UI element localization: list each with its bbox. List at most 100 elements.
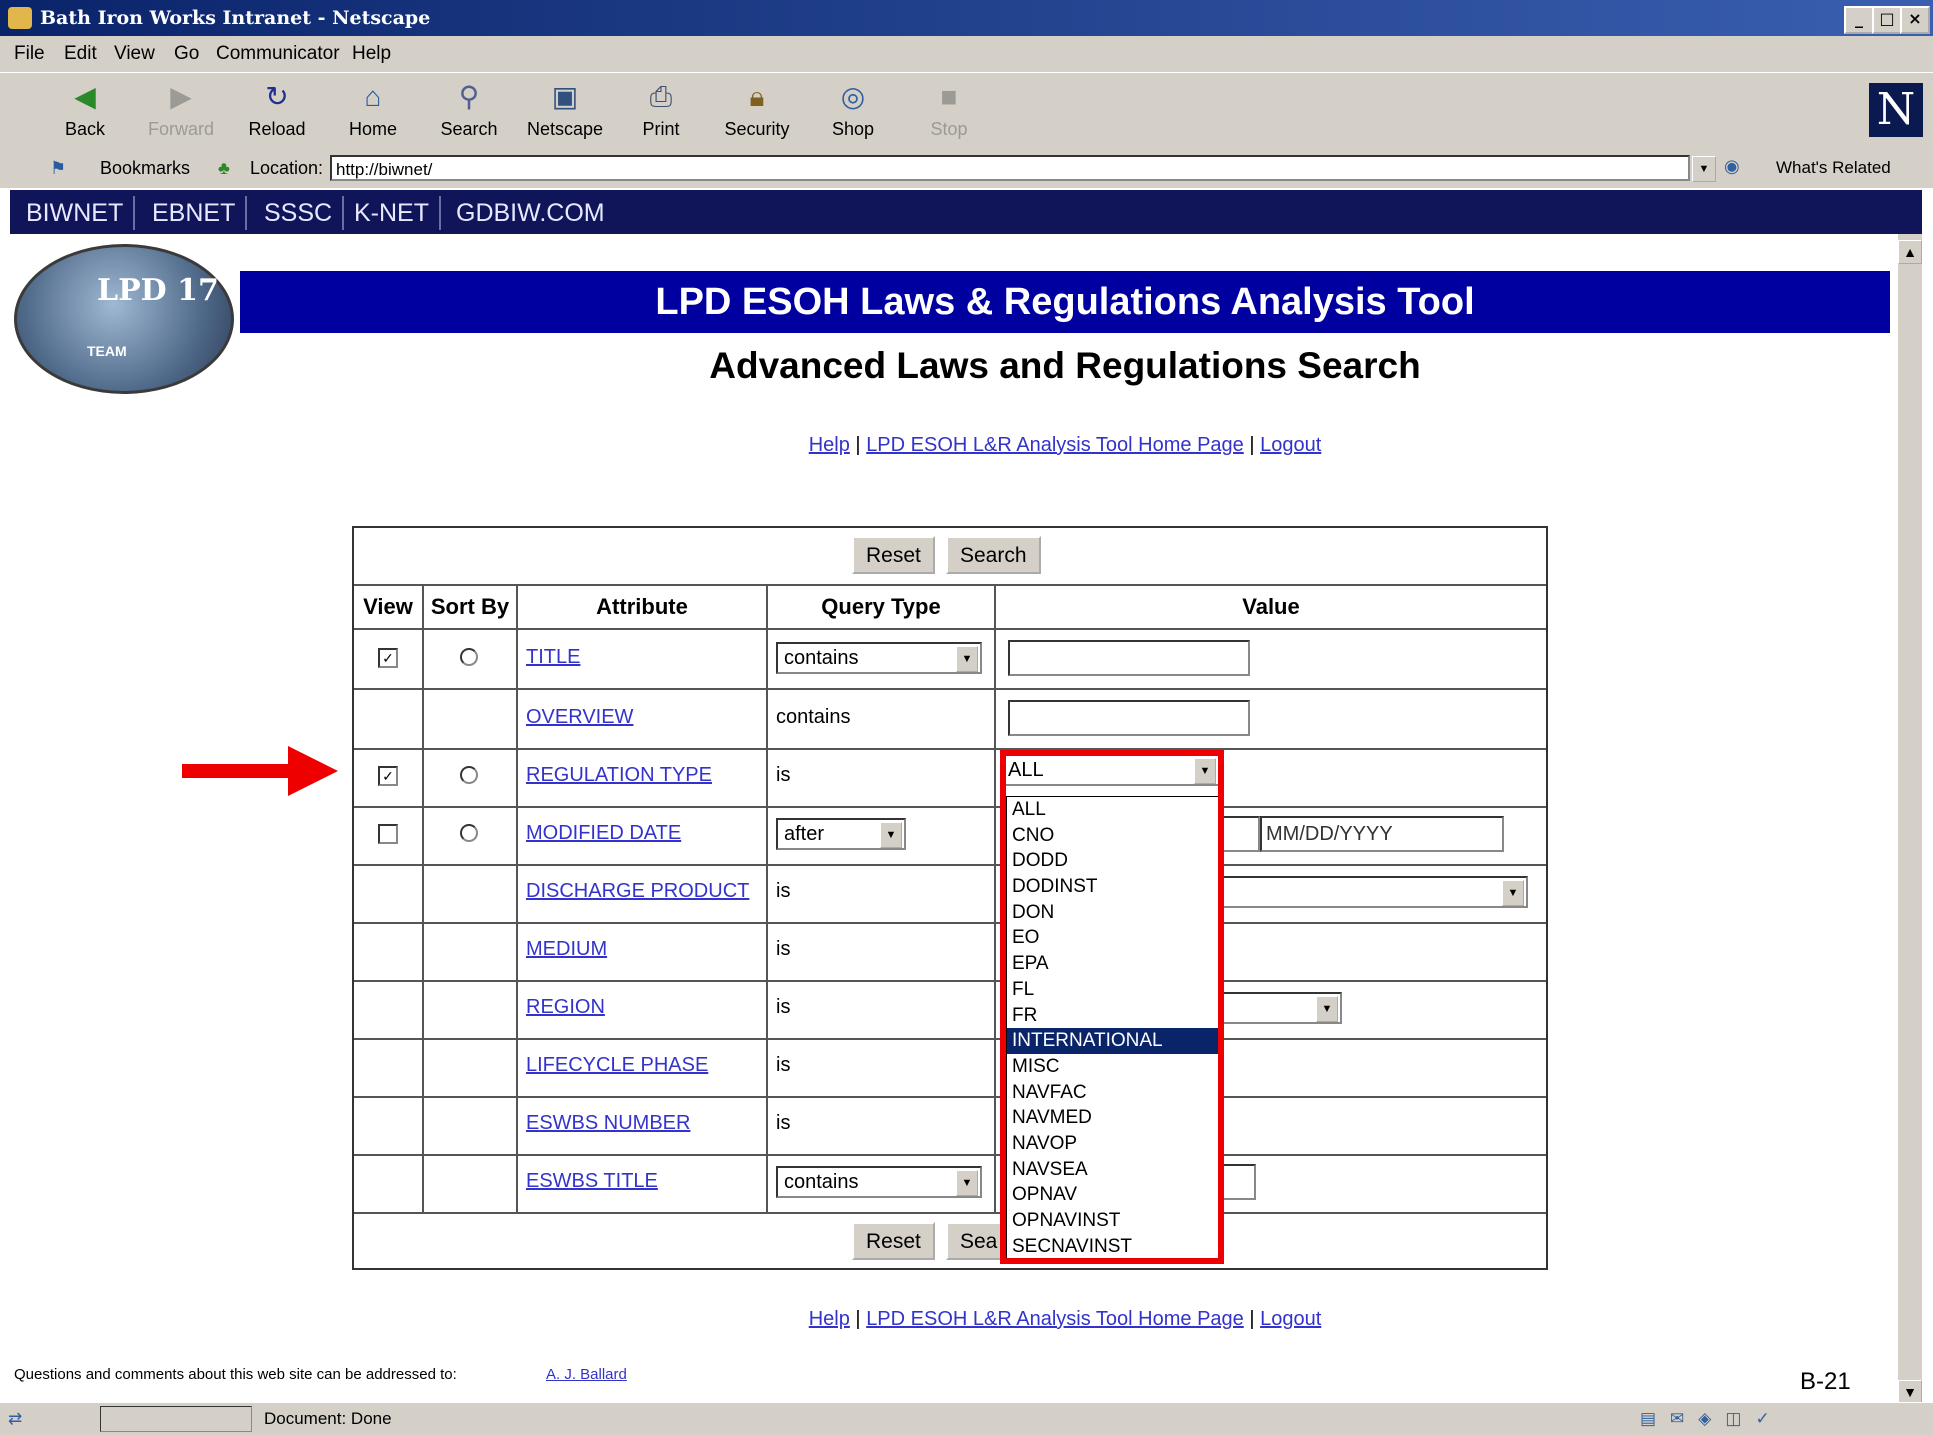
forward-button[interactable]: ▶ Forward xyxy=(136,79,226,140)
value-select-region[interactable]: ▼ xyxy=(1222,992,1342,1024)
option-opnav[interactable]: OPNAV xyxy=(1007,1182,1219,1208)
header-sort-by: Sort By xyxy=(430,594,510,619)
option-epa[interactable]: EPA xyxy=(1007,951,1219,977)
footer-note: Questions and comments about this web si… xyxy=(14,1366,457,1383)
value-input-modified-date[interactable] xyxy=(1222,816,1260,852)
attr-discharge-product-link[interactable]: DISCHARGE PRODUCT xyxy=(526,880,749,903)
url-history-dropdown[interactable]: ▼ xyxy=(1692,156,1716,182)
nav-gdbiw[interactable]: GDBIW.COM xyxy=(446,196,615,230)
view-checkbox-title[interactable]: ✓ xyxy=(378,648,398,668)
menu-communicator[interactable]: Communicator xyxy=(216,43,340,65)
stop-button[interactable]: ■ Stop xyxy=(904,79,994,140)
chevron-down-icon: ▼ xyxy=(956,646,978,672)
search-button-top[interactable]: Search xyxy=(946,536,1041,574)
attr-region-link[interactable]: REGION xyxy=(526,996,605,1019)
help-link[interactable]: Help xyxy=(809,434,850,456)
sort-radio-regulation-type[interactable] xyxy=(460,766,478,784)
query-select-title[interactable]: contains ▼ xyxy=(776,642,982,674)
home-button[interactable]: ⌂ Home xyxy=(328,79,418,140)
close-button[interactable]: × xyxy=(1900,6,1930,34)
query-select-eswbs-title[interactable]: contains ▼ xyxy=(776,1166,982,1198)
menu-help[interactable]: Help xyxy=(352,43,391,65)
menu-edit[interactable]: Edit xyxy=(64,43,97,65)
menu-go[interactable]: Go xyxy=(174,43,199,65)
view-checkbox-modified-date[interactable] xyxy=(378,824,398,844)
attr-title-link[interactable]: TITLE xyxy=(526,646,580,669)
top-links: Help | LPD ESOH L&R Analysis Tool Home P… xyxy=(808,434,1322,456)
option-fr[interactable]: FR xyxy=(1007,1003,1219,1029)
scroll-up-arrow-icon[interactable]: ▲ xyxy=(1898,240,1922,264)
option-secnavinst[interactable]: SECNAVINST xyxy=(1007,1234,1219,1260)
option-navsea[interactable]: NAVSEA xyxy=(1007,1157,1219,1183)
reload-button[interactable]: ↻ Reload xyxy=(232,79,322,140)
sort-radio-modified-date[interactable] xyxy=(460,824,478,842)
logout-link-bottom[interactable]: Logout xyxy=(1260,1308,1321,1330)
nav-ebnet[interactable]: EBNET xyxy=(142,196,248,230)
search-button-bottom[interactable]: Sea xyxy=(946,1222,1008,1260)
header-view: View xyxy=(363,594,413,619)
attr-overview-link[interactable]: OVERVIEW xyxy=(526,706,633,729)
option-navfac[interactable]: NAVFAC xyxy=(1007,1080,1219,1106)
contact-link[interactable]: A. J. Ballard xyxy=(546,1366,627,1383)
option-cno[interactable]: CNO xyxy=(1007,823,1219,849)
attr-eswbs-title-link[interactable]: ESWBS TITLE xyxy=(526,1170,658,1193)
regulation-type-select[interactable]: ALL ▼ xyxy=(1000,754,1220,786)
option-navop[interactable]: NAVOP xyxy=(1007,1131,1219,1157)
menu-file[interactable]: File xyxy=(14,43,45,65)
option-all[interactable]: ALL xyxy=(1007,797,1219,823)
nav-sssc[interactable]: SSSC xyxy=(254,196,345,230)
value-input-eswbs-title[interactable] xyxy=(1222,1164,1256,1200)
whats-related-button[interactable]: What's Related xyxy=(1776,158,1891,178)
bookmarks-button[interactable]: Bookmarks xyxy=(100,158,190,179)
value-select-discharge-product[interactable]: ▼ xyxy=(1222,876,1528,908)
option-fl[interactable]: FL xyxy=(1007,977,1219,1003)
nav-biwnet[interactable]: BIWNET xyxy=(16,196,136,230)
help-link-bottom[interactable]: Help xyxy=(809,1308,850,1330)
security-button[interactable]: 🔒︎ Security xyxy=(712,79,802,140)
netscape-button[interactable]: ▣ Netscape xyxy=(520,79,610,140)
home-page-link[interactable]: LPD ESOH L&R Analysis Tool Home Page xyxy=(866,434,1244,456)
option-eo[interactable]: EO xyxy=(1007,925,1219,951)
attr-medium-link[interactable]: MEDIUM xyxy=(526,938,607,961)
menu-view[interactable]: View xyxy=(114,43,155,65)
nav-knet[interactable]: K-NET xyxy=(344,196,441,230)
option-dodinst[interactable]: DODINST xyxy=(1007,874,1219,900)
option-navmed[interactable]: NAVMED xyxy=(1007,1105,1219,1131)
attr-regulation-type-link[interactable]: REGULATION TYPE xyxy=(526,764,712,787)
maximize-button[interactable]: □ xyxy=(1872,6,1902,34)
query-medium: is xyxy=(776,938,791,960)
sort-radio-title[interactable] xyxy=(460,648,478,666)
url-input[interactable]: http://biwnet/ xyxy=(330,155,1690,181)
value-input-overview[interactable] xyxy=(1008,700,1250,736)
option-don[interactable]: DON xyxy=(1007,900,1219,926)
option-opnavinst[interactable]: OPNAVINST xyxy=(1007,1208,1219,1234)
scroll-down-arrow-icon[interactable]: ▼ xyxy=(1898,1380,1922,1404)
minimize-button[interactable]: _ xyxy=(1844,6,1874,34)
search-icon: ⚲ xyxy=(458,81,480,112)
header-query-type: Query Type xyxy=(821,594,941,619)
home-page-link-bottom[interactable]: LPD ESOH L&R Analysis Tool Home Page xyxy=(866,1308,1244,1330)
query-select-modified-date[interactable]: after ▼ xyxy=(776,818,906,850)
bottom-links: Help | LPD ESOH L&R Analysis Tool Home P… xyxy=(808,1308,1322,1330)
back-button[interactable]: ◀ Back xyxy=(40,79,130,140)
view-checkbox-regulation-type[interactable]: ✓ xyxy=(378,766,398,786)
attr-lifecycle-phase-link[interactable]: LIFECYCLE PHASE xyxy=(526,1054,708,1077)
reset-button-top[interactable]: Reset xyxy=(852,536,935,574)
print-button[interactable]: ⎙ Print xyxy=(616,79,706,140)
shop-button[interactable]: ◎ Shop xyxy=(808,79,898,140)
logout-link[interactable]: Logout xyxy=(1260,434,1321,456)
print-icon: ⎙ xyxy=(649,81,673,112)
shop-bag-icon: ◎ xyxy=(840,81,866,112)
window-titlebar: Bath Iron Works Intranet - Netscape _ □ … xyxy=(0,0,1933,36)
search-button[interactable]: ⚲ Search xyxy=(424,79,514,140)
option-dodd[interactable]: DODD xyxy=(1007,848,1219,874)
option-international[interactable]: INTERNATIONAL xyxy=(1007,1028,1219,1054)
header-attribute: Attribute xyxy=(596,594,688,619)
attr-eswbs-number-link[interactable]: ESWBS NUMBER xyxy=(526,1112,690,1135)
value-input-title[interactable] xyxy=(1008,640,1250,676)
option-misc[interactable]: MISC xyxy=(1007,1054,1219,1080)
vertical-scrollbar[interactable]: ▲ ▼ xyxy=(1898,234,1922,1404)
reset-button-bottom[interactable]: Reset xyxy=(852,1222,935,1260)
attr-modified-date-link[interactable]: MODIFIED DATE xyxy=(526,822,681,845)
date-input-modified[interactable]: MM/DD/YYYY xyxy=(1260,816,1504,852)
